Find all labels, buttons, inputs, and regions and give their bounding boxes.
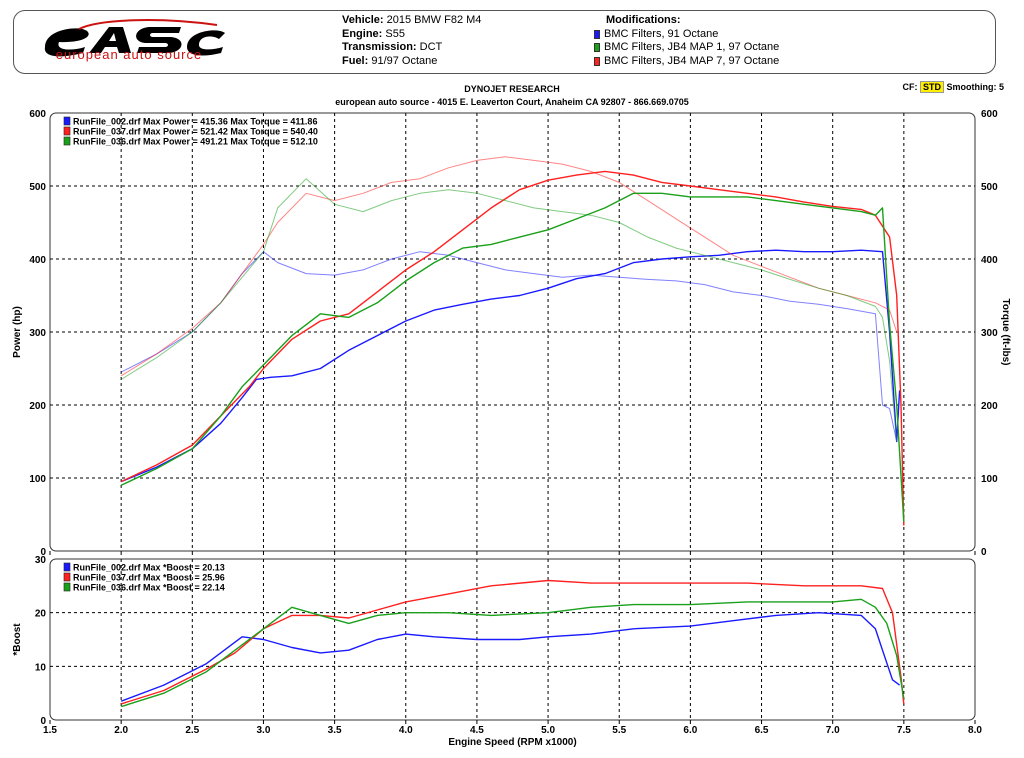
- y2-axis-label: Torque (ft-lbs): [1000, 298, 1011, 365]
- y-axis-label: Power (hp): [12, 306, 23, 358]
- x-tick-label: 3.0: [257, 725, 271, 736]
- x-tick-label: 7.0: [826, 725, 840, 736]
- x-tick-label: 4.5: [470, 725, 484, 736]
- legend-entry: RunFile_002.drf Max Power = 415.36 Max T…: [73, 117, 317, 127]
- y2-tick-label: 100: [981, 474, 998, 485]
- legend-entry: RunFile_037.drf Max Power = 521.42 Max T…: [73, 127, 318, 137]
- legend-swatch: [63, 582, 71, 592]
- y2-tick-label: 300: [981, 328, 998, 339]
- x-tick-label: 2.5: [185, 725, 199, 736]
- legend-entry: RunFile_036.drf Max *Boost = 22.14: [73, 583, 225, 593]
- y-tick-label: 600: [29, 109, 46, 120]
- y-tick-label: 30: [35, 555, 47, 566]
- legend-swatch: [63, 136, 71, 146]
- y-tick-label: 500: [29, 182, 46, 193]
- legend-swatch: [63, 572, 71, 582]
- x-tick-label: 7.5: [897, 725, 911, 736]
- x-tick-label: 6.0: [683, 725, 697, 736]
- x-tick-label: 8.0: [968, 725, 982, 736]
- dyno-charts: 0 0 100 100 200 200 300 300 400 400 500 500 600 600 Po…: [12, 109, 1011, 748]
- x-tick-label: 5.5: [612, 725, 626, 736]
- y-tick-label: 300: [29, 328, 46, 339]
- y2-tick-label: 400: [981, 255, 998, 266]
- x-axis-label: Engine Speed (RPM x1000): [448, 737, 576, 748]
- y2-tick-label: 0: [981, 547, 987, 558]
- legend-entry: RunFile_037.drf Max *Boost = 25.96: [73, 573, 225, 583]
- legend-entry: RunFile_036.drf Max Power = 491.21 Max T…: [73, 137, 318, 147]
- y-tick-label: 20: [35, 609, 47, 620]
- legend-swatch: [63, 116, 71, 126]
- x-tick-label: 3.5: [328, 725, 342, 736]
- y-tick-label: 0: [40, 716, 46, 727]
- legend-entry: RunFile_002.drf Max *Boost = 20.13: [73, 563, 225, 573]
- x-tick-label: 6.5: [755, 725, 769, 736]
- legend-swatch: [63, 126, 71, 136]
- x-tick-label: 2.0: [114, 725, 128, 736]
- x-tick-label: 5.0: [541, 725, 555, 736]
- y-tick-label: 100: [29, 474, 46, 485]
- y-axis-label: *Boost: [12, 623, 23, 656]
- y2-tick-label: 500: [981, 182, 998, 193]
- y-tick-label: 200: [29, 401, 46, 412]
- y2-tick-label: 600: [981, 109, 998, 120]
- y-tick-label: 400: [29, 255, 46, 266]
- y2-tick-label: 200: [981, 401, 998, 412]
- y-tick-label: 10: [35, 662, 47, 673]
- x-tick-label: 4.0: [399, 725, 413, 736]
- legend-swatch: [63, 562, 71, 572]
